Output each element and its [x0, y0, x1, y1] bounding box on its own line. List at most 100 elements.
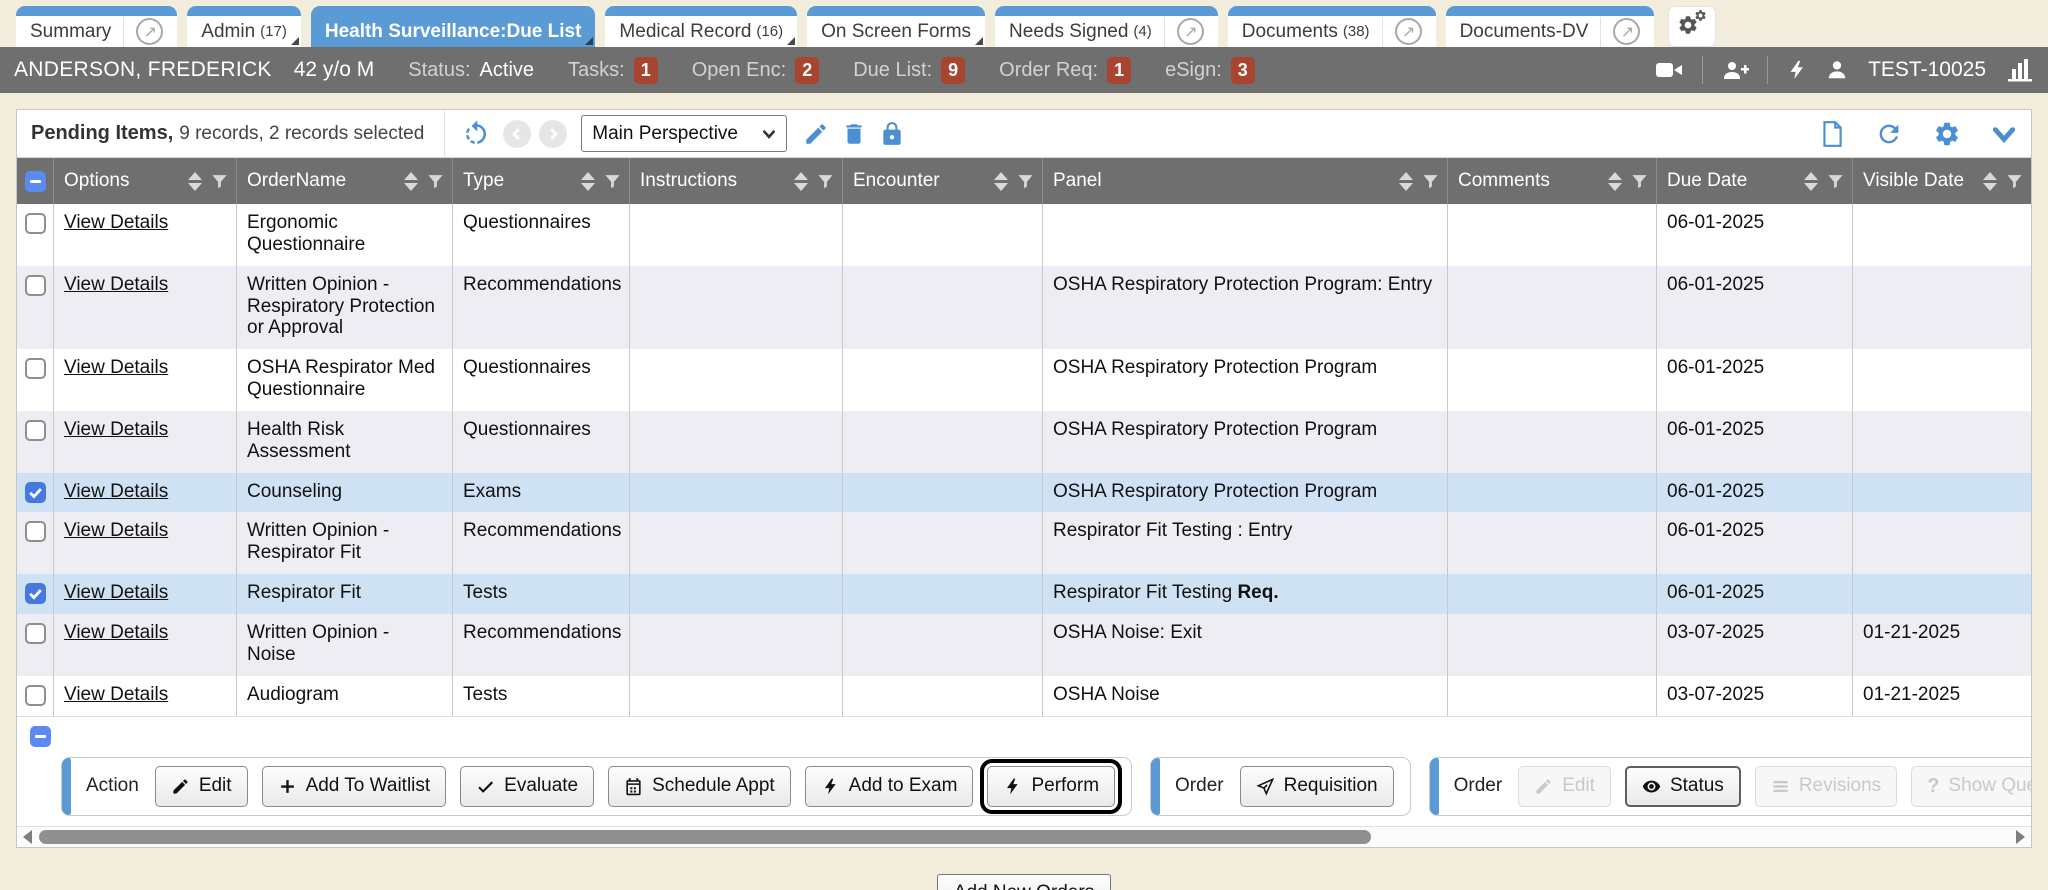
table-row[interactable]: View DetailsRespirator FitTestsRespirato…	[17, 574, 2031, 614]
column-header-due-date[interactable]: Due Date	[1657, 158, 1853, 204]
tab-summary[interactable]: Summary↗	[16, 6, 177, 47]
pencil-icon[interactable]	[803, 121, 829, 147]
chevron-left-icon[interactable]	[503, 120, 531, 148]
tab-admin[interactable]: Admin(17)	[187, 6, 301, 47]
filter-funnel-icon[interactable]	[1422, 173, 1439, 190]
table-row[interactable]: View DetailsErgonomic QuestionnaireQuest…	[17, 204, 2031, 266]
table-row[interactable]: View DetailsCounselingExamsOSHA Respirat…	[17, 473, 2031, 513]
view-details-link[interactable]: View Details	[64, 582, 168, 603]
view-details-link[interactable]: View Details	[64, 520, 168, 541]
popout-icon[interactable]: ↗	[1177, 18, 1204, 45]
sort-icon[interactable]	[404, 172, 418, 191]
lock-icon[interactable]	[879, 121, 905, 147]
sort-icon[interactable]	[1983, 172, 1997, 191]
filter-funnel-icon[interactable]	[1017, 173, 1034, 190]
row-checkbox[interactable]	[25, 275, 46, 296]
view-details-link[interactable]: View Details	[64, 481, 168, 502]
schedule-appt-button[interactable]: Schedule Appt	[608, 766, 791, 807]
bar-chart-icon[interactable]	[2006, 57, 2034, 83]
sort-icon[interactable]	[1608, 172, 1622, 191]
tab-documents[interactable]: Documents(38)↗	[1228, 6, 1436, 47]
column-header-encounter[interactable]: Encounter	[843, 158, 1043, 204]
person-add-icon[interactable]	[1721, 58, 1749, 82]
perform-button[interactable]: Perform	[987, 766, 1115, 807]
row-checkbox[interactable]	[25, 685, 46, 706]
view-details-link[interactable]: View Details	[64, 684, 168, 705]
view-details-link[interactable]: View Details	[64, 419, 168, 440]
filter-funnel-icon[interactable]	[604, 173, 621, 190]
table-row[interactable]: View DetailsAudiogramTestsOSHA Noise03-0…	[17, 676, 2031, 716]
chevron-down-icon[interactable]	[1991, 121, 2017, 147]
table-row[interactable]: View DetailsWritten Opinion - Respirator…	[17, 266, 2031, 350]
tab-documents-dv[interactable]: Documents-DV↗	[1446, 6, 1655, 47]
view-details-link[interactable]: View Details	[64, 212, 168, 233]
edit-button[interactable]: Edit	[155, 766, 248, 807]
revisions-button[interactable]: Revisions	[1755, 766, 1897, 807]
gear-icon[interactable]	[1933, 120, 1961, 148]
table-row[interactable]: View DetailsHealth Risk AssessmentQuesti…	[17, 411, 2031, 473]
view-details-link[interactable]: View Details	[64, 622, 168, 643]
row-checkbox[interactable]	[25, 213, 46, 234]
scroll-left-arrow-icon[interactable]	[23, 830, 32, 844]
tab-medical-record[interactable]: Medical Record(16)	[605, 6, 797, 47]
sort-icon[interactable]	[994, 172, 1008, 191]
trash-icon[interactable]	[841, 121, 867, 147]
perspective-select[interactable]: Main Perspective	[581, 115, 787, 152]
stat-badge[interactable]: 9	[941, 57, 965, 84]
row-checkbox[interactable]	[25, 420, 46, 441]
table-row[interactable]: View DetailsWritten Opinion - NoiseRecom…	[17, 614, 2031, 676]
popout-icon[interactable]: ↗	[1613, 18, 1640, 45]
sort-icon[interactable]	[188, 172, 202, 191]
view-details-link[interactable]: View Details	[64, 274, 168, 295]
popout-icon[interactable]: ↗	[1395, 18, 1422, 45]
row-checkbox[interactable]	[25, 521, 46, 542]
select-all-checkbox[interactable]	[30, 726, 51, 747]
sort-icon[interactable]	[1399, 172, 1413, 191]
add-to-waitlist-button[interactable]: Add To Waitlist	[262, 766, 447, 807]
lightning-icon[interactable]	[1786, 59, 1808, 81]
horizontal-scrollbar[interactable]	[17, 826, 2031, 847]
sort-icon[interactable]	[581, 172, 595, 191]
column-header-ordername[interactable]: OrderName	[237, 158, 453, 204]
scrollbar-thumb[interactable]	[39, 830, 1371, 844]
stat-badge[interactable]: 1	[1107, 57, 1131, 84]
tab-on-screen-forms[interactable]: On Screen Forms	[807, 6, 985, 47]
stat-badge[interactable]: 3	[1231, 57, 1255, 84]
column-header-panel[interactable]: Panel	[1043, 158, 1448, 204]
show-question-button[interactable]: ?Show Question	[1911, 766, 2031, 807]
tab-settings-button[interactable]	[1668, 6, 1716, 47]
video-camera-icon[interactable]	[1654, 58, 1684, 82]
filter-funnel-icon[interactable]	[817, 173, 834, 190]
column-header-instructions[interactable]: Instructions	[630, 158, 843, 204]
row-checkbox[interactable]	[25, 583, 46, 604]
add-new-orders-button[interactable]: Add New Orders	[937, 874, 1111, 890]
status-button[interactable]: Status	[1625, 766, 1741, 807]
evaluate-button[interactable]: Evaluate	[460, 766, 594, 807]
stat-badge[interactable]: 1	[634, 57, 658, 84]
table-row[interactable]: View DetailsOSHA Respirator Med Question…	[17, 349, 2031, 411]
new-document-icon[interactable]	[1819, 120, 1845, 148]
stat-badge[interactable]: 2	[795, 57, 819, 84]
undo-icon[interactable]	[461, 119, 491, 149]
table-row[interactable]: View DetailsWritten Opinion - Respirator…	[17, 512, 2031, 574]
column-header-type[interactable]: Type	[453, 158, 630, 204]
row-checkbox[interactable]	[25, 623, 46, 644]
chevron-right-icon[interactable]	[539, 120, 567, 148]
person-icon[interactable]	[1826, 58, 1848, 82]
column-header-visible-date[interactable]: Visible Date	[1853, 158, 2031, 204]
filter-funnel-icon[interactable]	[1631, 173, 1648, 190]
sort-icon[interactable]	[1804, 172, 1818, 191]
select-all-checkbox[interactable]	[25, 171, 46, 192]
add-to-exam-button[interactable]: Add to Exam	[805, 766, 974, 807]
filter-funnel-icon[interactable]	[2006, 173, 2023, 190]
row-checkbox[interactable]	[25, 358, 46, 379]
column-header-options[interactable]: Options	[54, 158, 237, 204]
filter-funnel-icon[interactable]	[427, 173, 444, 190]
filter-funnel-icon[interactable]	[1827, 173, 1844, 190]
edit-button[interactable]: Edit	[1518, 766, 1611, 807]
filter-funnel-icon[interactable]	[211, 173, 228, 190]
tab-needs-signed[interactable]: Needs Signed(4)↗	[995, 6, 1218, 47]
sort-icon[interactable]	[794, 172, 808, 191]
scroll-right-arrow-icon[interactable]	[2016, 830, 2025, 844]
refresh-icon[interactable]	[1875, 120, 1903, 148]
